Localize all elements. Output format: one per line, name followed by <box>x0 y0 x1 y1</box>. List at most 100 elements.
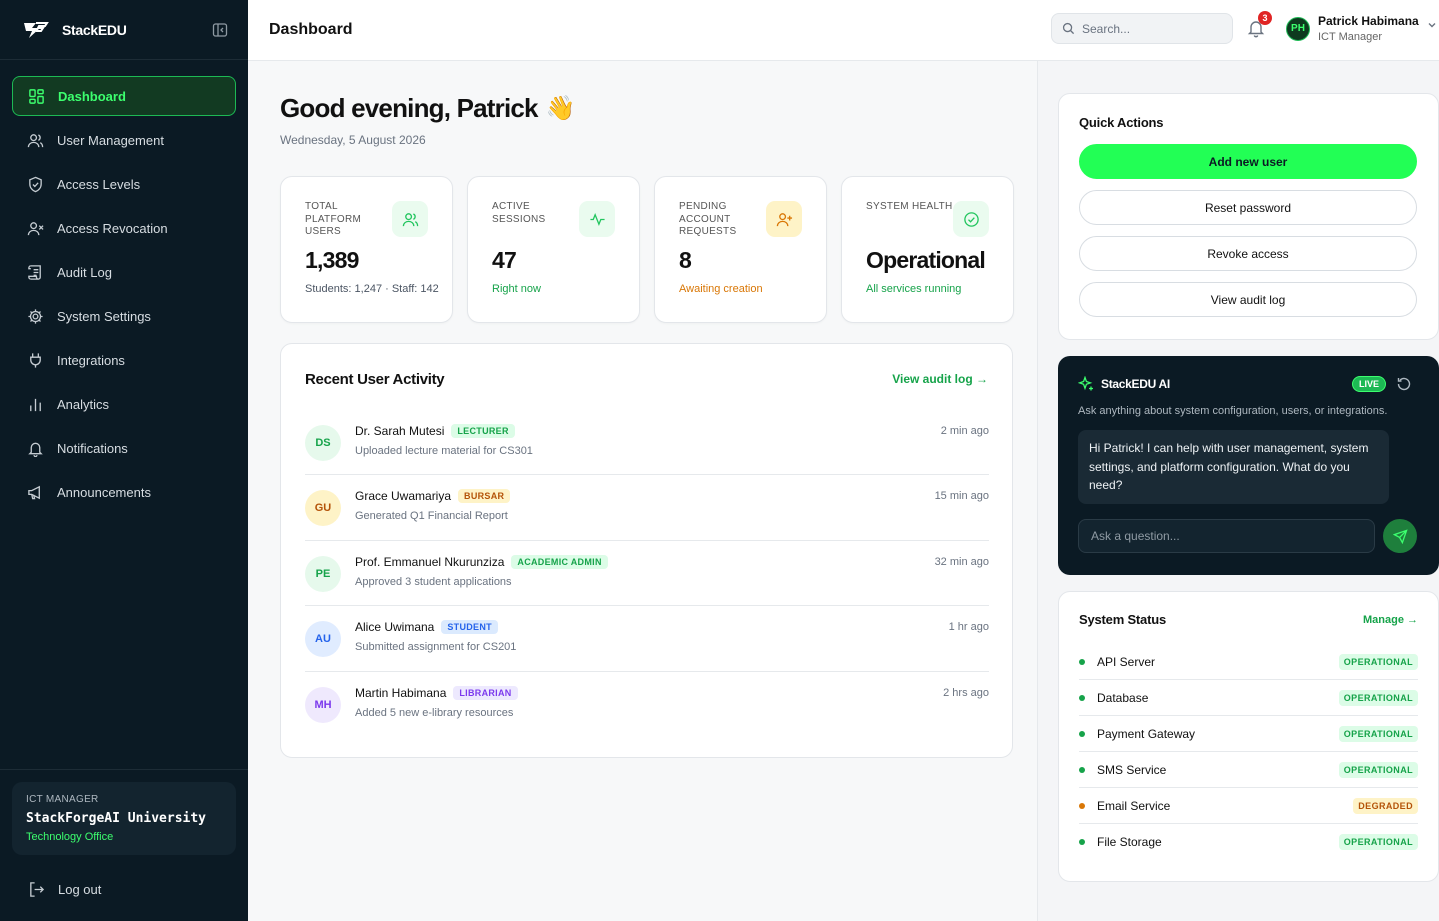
stat-label: TOTAL PLATFORM USERS <box>305 201 362 237</box>
quick-actions-list: Add new user Reset password Revoke acces… <box>1079 144 1418 317</box>
logout-button[interactable]: Log out <box>12 869 236 909</box>
add-new-user-button[interactable]: Add new user <box>1079 144 1417 179</box>
activity-desc: Generated Q1 Financial Report <box>355 510 508 523</box>
user-role: ICT Manager <box>1318 30 1382 43</box>
stat-sub: All services running <box>866 283 962 295</box>
manage-link[interactable]: Manage → <box>1363 614 1418 626</box>
service-name: File Storage <box>1097 835 1162 849</box>
chevron-down-icon <box>1428 22 1436 28</box>
status-dot-icon <box>1079 730 1085 737</box>
list-item[interactable]: PE Prof. Emmanuel Nkurunziza ACADEMIC ADM… <box>305 541 989 607</box>
stat-card-pending-requests[interactable]: PENDING ACCOUNT REQUESTS 8 Awaiting crea… <box>654 176 827 323</box>
list-item[interactable]: GU Grace Uwamariya BURSAR Generated Q1 Fi… <box>305 475 989 541</box>
activity-user-name: Martin Habimana <box>355 685 447 700</box>
sidebar-item-access-revocation[interactable]: Access Revocation <box>12 208 236 248</box>
list-item[interactable]: DS Dr. Sarah Mutesi LECTURER Uploaded lec… <box>305 410 989 476</box>
collapse-sidebar-icon[interactable] <box>212 22 228 38</box>
sidebar-item-system-settings[interactable]: System Settings <box>12 296 236 336</box>
service-row: Email Service DEGRADED <box>1079 788 1418 824</box>
user-x-icon <box>27 221 44 235</box>
sidebar-item-label: Dashboard <box>58 88 126 104</box>
search-input[interactable] <box>1082 21 1222 36</box>
activity-time: 15 min ago <box>934 490 989 503</box>
status-badge: OPERATIONAL <box>1338 725 1418 742</box>
brand: StackEDU <box>0 0 248 60</box>
system-status-header: System Status Manage → <box>1079 612 1418 627</box>
sidebar-item-label: Integrations <box>57 352 125 368</box>
org-card: ICT MANAGER StackForgeAI University Tech… <box>12 782 236 855</box>
plug-icon <box>30 352 41 368</box>
sidebar-item-dashboard[interactable]: Dashboard <box>12 76 236 116</box>
brand-name: StackEDU <box>62 21 127 38</box>
refresh-icon[interactable] <box>1396 376 1412 392</box>
shield-icon <box>29 176 42 192</box>
reset-password-button[interactable]: Reset password <box>1079 190 1417 225</box>
view-audit-log-button[interactable]: View audit log <box>1079 282 1417 317</box>
stat-sub: Awaiting creation <box>679 283 763 295</box>
sidebar-item-integrations[interactable]: Integrations <box>12 340 236 380</box>
view-audit-log-link[interactable]: View audit log → <box>892 372 988 386</box>
users-icon <box>392 201 428 237</box>
activity-icon <box>579 201 615 237</box>
sidebar: StackEDU Dashboard User Management Acces… <box>0 0 248 921</box>
stat-card-active-sessions[interactable]: ACTIVE SESSIONS 47 Right now <box>467 176 640 323</box>
service-name: Payment Gateway <box>1097 726 1196 741</box>
search-box[interactable] <box>1051 13 1233 44</box>
user-menu[interactable]: PH Patrick Habimana ICT Manager <box>1286 14 1437 44</box>
activity-list: DS Dr. Sarah Mutesi LECTURER Uploaded lec… <box>305 410 989 737</box>
sidebar-item-label: User Management <box>57 132 164 148</box>
activity-desc: Uploaded lecture material for CS301 <box>355 445 533 457</box>
status-dot-icon <box>1079 694 1085 701</box>
activity-time: 32 min ago <box>934 555 989 568</box>
notification-count-badge: 3 <box>1258 11 1272 25</box>
sidebar-item-notifications[interactable]: Notifications <box>12 428 236 468</box>
right-panel: Quick Actions Add new user Reset passwor… <box>1037 61 1439 921</box>
list-item[interactable]: MH Martin Habimana LIBRARIAN Added 5 new … <box>305 672 989 737</box>
stat-card-system-health[interactable]: SYSTEM HEALTH Operational All services r… <box>841 176 1014 323</box>
stat-sub: Students: 1,247 · Staff: 142 <box>305 283 439 295</box>
topbar: Dashboard 3 PH Patrick Habimana ICT Mana… <box>248 0 1439 61</box>
activity-time: 2 min ago <box>940 425 989 437</box>
recent-activity-card: Recent User Activity View audit log → DS… <box>280 343 1013 758</box>
activity-time: 2 hrs ago <box>943 686 989 699</box>
sidebar-item-audit-log[interactable]: Audit Log <box>12 252 236 292</box>
status-dot-icon <box>1079 802 1085 809</box>
stat-value: Operational <box>866 247 986 273</box>
sidebar-item-user-management[interactable]: User Management <box>12 120 236 160</box>
org-name: StackForgeAI University <box>26 811 207 826</box>
service-name: Email Service <box>1097 798 1171 813</box>
avatar: DS <box>305 425 341 461</box>
user-plus-icon <box>766 201 802 237</box>
sparkle-icon <box>1078 376 1093 391</box>
send-button[interactable] <box>1383 519 1417 553</box>
users-icon <box>27 133 44 147</box>
sidebar-item-access-levels[interactable]: Access Levels <box>12 164 236 204</box>
list-item[interactable]: AU Alice Uwimana STUDENT Submitted assign… <box>305 606 989 672</box>
sidebar-item-announcements[interactable]: Announcements <box>12 472 236 512</box>
activity-user: Prof. Emmanuel Nkurunziza ACADEMIC ADMIN <box>355 554 608 569</box>
wave-emoji-icon: 👋 <box>545 95 576 122</box>
ai-title: StackEDU AI <box>1101 377 1170 391</box>
greeting-text: Good evening, Patrick <box>280 93 539 123</box>
status-badge: OPERATIONAL <box>1338 689 1418 706</box>
role-badge: BURSAR <box>458 489 511 504</box>
sidebar-item-analytics[interactable]: Analytics <box>12 384 236 424</box>
quick-actions-card: Quick Actions Add new user Reset passwor… <box>1058 93 1439 340</box>
service-row: File Storage OPERATIONAL <box>1079 824 1418 860</box>
revoke-access-button[interactable]: Revoke access <box>1079 236 1417 271</box>
search-icon <box>1062 22 1075 35</box>
ai-question-input[interactable] <box>1078 519 1375 553</box>
current-date: Wednesday, 5 August 2026 <box>280 133 426 147</box>
system-status-title: System Status <box>1079 612 1166 627</box>
service-row: Database OPERATIONAL <box>1079 680 1418 716</box>
avatar: PH <box>1286 16 1310 41</box>
greeting: Good evening, Patrick 👋 <box>280 93 576 124</box>
stat-card-total-users[interactable]: TOTAL PLATFORM USERS 1,389 Students: 1,2… <box>280 176 453 323</box>
ai-subtitle: Ask anything about system configuration,… <box>1078 405 1388 417</box>
activity-title: Recent User Activity <box>305 371 445 388</box>
stat-label: SYSTEM HEALTH <box>866 201 953 212</box>
brand-logo-icon[interactable] <box>20 17 50 43</box>
stat-value: 1,389 <box>305 247 359 273</box>
check-circle-icon <box>953 201 989 237</box>
avatar: PE <box>305 555 341 592</box>
